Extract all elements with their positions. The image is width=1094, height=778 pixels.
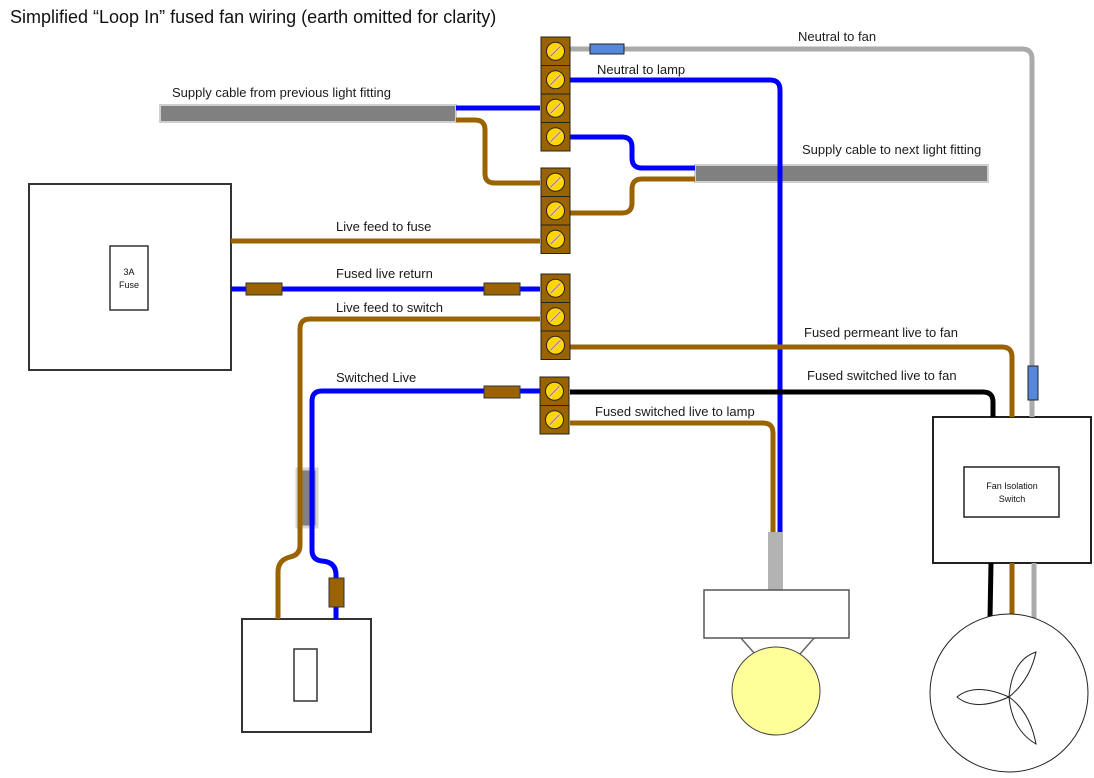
label-supply-from-previous: Supply cable from previous light fitting: [172, 85, 391, 100]
fan-switched-live-wire: [987, 562, 994, 619]
label-fused-permanent-live-to-fan: Fused permeant live to fan: [804, 325, 958, 340]
neutral-blue-sleeve-fan: [1027, 365, 1039, 401]
fan-isolation-switch: Fan Isolation Switch: [932, 416, 1092, 564]
neutral-blue-sleeve-top: [589, 43, 625, 55]
diagram-title: Simplified “Loop In” fused fan wiring (e…: [10, 7, 496, 27]
fused-live-block: [540, 273, 571, 360]
label-neutral-to-lamp: Neutral to lamp: [597, 62, 685, 77]
label-switched-live: Switched Live: [336, 370, 416, 385]
supply-next-live-wire: [570, 176, 695, 216]
lamp-flex-sheath: [768, 532, 783, 590]
live-block: [540, 167, 571, 254]
label-fused-live-return: Fused live return: [336, 266, 433, 281]
supply-cable-next: [694, 164, 989, 183]
switched-live-wire: [309, 388, 540, 619]
fused-switched-live-to-lamp-wire: [570, 420, 776, 532]
brown-sleeve-switched-live: [483, 385, 521, 399]
light-switch-rocker: [293, 648, 318, 702]
fused-spur: 3A Fuse: [28, 183, 232, 371]
light-switch: [241, 618, 372, 733]
fan-isolation-label-line2: Switch: [999, 494, 1026, 504]
fuse-label: Fuse: [119, 280, 139, 290]
switched-live-block: [539, 376, 570, 435]
label-live-feed-to-fuse: Live feed to fuse: [336, 219, 431, 234]
supply-previous-live-wire: [456, 117, 540, 186]
supply-next-neutral-wire: [570, 134, 695, 171]
neutral-to-fan-wire: [570, 46, 1035, 417]
lamp-holder-strut-left: [739, 636, 756, 655]
brown-sleeve-fuse-return-right: [483, 282, 521, 296]
fuse-holder: [109, 245, 149, 311]
neutral-to-lamp-wire: [570, 77, 783, 532]
label-fused-switched-live-to-fan: Fused switched live to fan: [807, 368, 957, 383]
neutral-block: [540, 36, 571, 152]
lamp-bulb: [731, 646, 821, 736]
terminal-blocks: [539, 36, 571, 435]
brown-sleeve-switch-drop: [328, 577, 345, 608]
fan-isolation-label-line1: Fan Isolation: [986, 481, 1038, 491]
supply-cable-previous: [159, 104, 457, 123]
fuse-rating-label: 3A: [123, 267, 134, 277]
label-supply-to-next: Supply cable to next light fitting: [802, 142, 981, 157]
lamp-holder-strut-right: [799, 636, 816, 655]
ceiling-rose: [703, 589, 850, 639]
fan: [929, 613, 1089, 773]
label-fused-switched-live-to-lamp: Fused switched live to lamp: [595, 404, 755, 419]
brown-sleeve-fuse-return-left: [245, 282, 283, 296]
label-live-feed-to-switch: Live feed to switch: [336, 300, 443, 315]
label-neutral-to-fan: Neutral to fan: [798, 29, 876, 44]
lamp: [703, 532, 850, 736]
fan-isolation-switch-label-panel: [963, 466, 1060, 518]
wiring-diagram: Simplified “Loop In” fused fan wiring (e…: [10, 7, 1092, 773]
